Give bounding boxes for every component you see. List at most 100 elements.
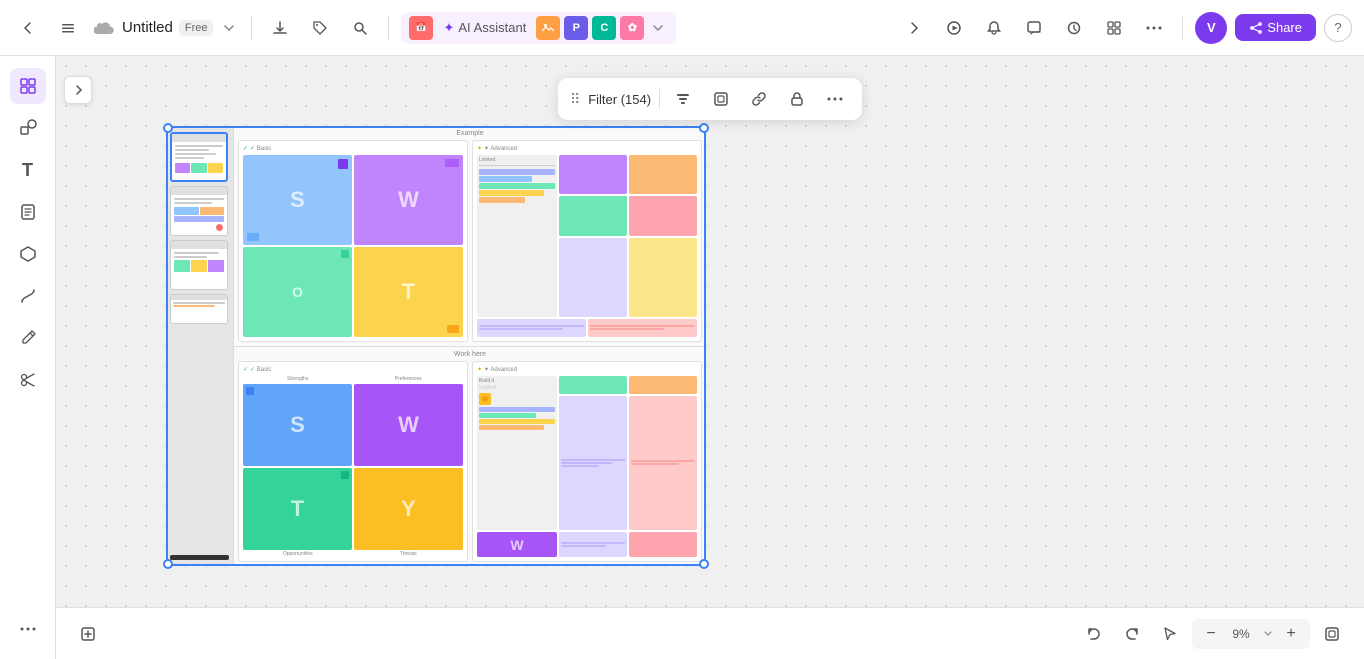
work-swot-s: S [243, 384, 352, 466]
integrations-chevron[interactable] [648, 18, 668, 38]
sidebar-item-more[interactable] [10, 611, 46, 647]
sidebar-item-objects[interactable] [10, 236, 46, 272]
sidebar-item-text[interactable]: T [10, 152, 46, 188]
share-button[interactable]: Share [1235, 14, 1316, 41]
tag-button[interactable] [304, 12, 336, 44]
filter-grid-icon: ⠿ [570, 91, 580, 108]
work-right-main [629, 396, 697, 531]
sidebar-item-shapes[interactable] [10, 110, 46, 146]
sidebar-item-pencil[interactable] [10, 320, 46, 356]
toolbar-right: V Share ? [898, 12, 1352, 44]
bottom-left [72, 618, 104, 650]
basic-label-work: ✓ ✓ Basic [243, 366, 463, 373]
filter-label: Filter (154) [588, 92, 651, 107]
example-section: Example ✓ ✓ Basic S [234, 126, 706, 347]
menu-button[interactable] [52, 12, 84, 44]
fit-button[interactable] [1316, 618, 1348, 650]
work-swot-labels2: Opportunities Threats [243, 551, 463, 557]
more-button[interactable] [1138, 12, 1170, 44]
sidebar-item-notes[interactable] [10, 194, 46, 230]
expand-left-button[interactable] [64, 76, 92, 104]
work-swot-w: W [354, 384, 463, 466]
pink-icon: ✿ [620, 16, 644, 40]
zoom-dropdown-button[interactable] [1260, 626, 1276, 642]
work-bottom-mid [559, 532, 627, 557]
swot-w: W [354, 155, 463, 245]
help-button[interactable]: ? [1324, 14, 1352, 42]
grid-button[interactable] [1098, 12, 1130, 44]
work-title: Work here [238, 351, 702, 358]
advanced-grid-example: Limited [477, 155, 697, 317]
right-col [629, 155, 697, 317]
example-title: Example [238, 130, 702, 137]
page-title: Untitled [122, 19, 173, 36]
add-frame-button[interactable] [72, 618, 104, 650]
bottom-right-card [588, 319, 697, 337]
sidebar-item-frames[interactable] [10, 68, 46, 104]
expand-right-button[interactable] [898, 12, 930, 44]
work-mid-main [559, 396, 627, 531]
page-thumb-active[interactable] [170, 132, 228, 182]
board-wrapper[interactable]: Example ✓ ✓ Basic S [166, 126, 706, 566]
filter-more-button[interactable] [820, 84, 850, 114]
bottom-rows [477, 319, 697, 337]
basic-label-example: ✓ ✓ Basic [243, 145, 463, 152]
zoom-group: − 9% + [1192, 619, 1310, 649]
cloud-icon [92, 16, 116, 40]
work-swot-t: T [243, 468, 352, 550]
advanced-panel-work: ✦ ✦ Advanced Build it Untitled [472, 361, 702, 563]
left-sidebar: T [0, 56, 56, 659]
page-thumb-3[interactable] [170, 240, 228, 290]
dropdown-button[interactable] [219, 18, 239, 38]
zoom-in-button[interactable]: + [1280, 623, 1302, 645]
mid-col [559, 155, 627, 317]
work-swot-grid: S W T Y [243, 384, 463, 551]
content-panel: Example ✓ ✓ Basic S [234, 126, 706, 566]
sidebar-item-scissors[interactable] [10, 362, 46, 398]
filter-frame-button[interactable] [706, 84, 736, 114]
work-bottom: W [477, 532, 697, 557]
history-button[interactable] [1058, 12, 1090, 44]
canvas-area[interactable]: ⠿ Filter (154) [56, 56, 1364, 659]
work-w-card: W [477, 532, 557, 557]
filter-lock-button[interactable] [782, 84, 812, 114]
page-panel [166, 126, 234, 566]
advanced-panel-example: ✦ ✦ Advanced Limited [472, 140, 702, 342]
chat-button[interactable] [1018, 12, 1050, 44]
pointer-button[interactable] [1154, 618, 1186, 650]
img-icon [536, 16, 560, 40]
advanced-label-example: ✦ ✦ Advanced [477, 145, 697, 152]
work-swot-labels: Strengths Preferences [243, 376, 463, 382]
filter-divider [659, 89, 660, 109]
notification-button[interactable] [978, 12, 1010, 44]
play-button[interactable] [938, 12, 970, 44]
download-button[interactable] [264, 12, 296, 44]
panel-footer-bar [170, 555, 229, 560]
swot-t: T [354, 247, 463, 337]
sidebar-item-connectors[interactable] [10, 278, 46, 314]
help-label: ? [1334, 20, 1341, 35]
ai-assistant-label: AI Assistant [458, 20, 526, 35]
example-grid: ✓ ✓ Basic S W [238, 140, 702, 342]
plan-badge: Free [179, 20, 214, 36]
page-thumb-2[interactable] [170, 186, 228, 236]
work-diagram-col: Build it Untitled [477, 376, 557, 531]
top-toolbar: Untitled Free [0, 0, 1364, 56]
zoom-value: 9% [1226, 627, 1256, 641]
page-thumb-4[interactable] [170, 294, 228, 324]
diagram-col: Limited [477, 155, 557, 317]
advanced-label-work: ✦ ✦ Advanced [477, 366, 697, 373]
zoom-out-button[interactable]: − [1200, 623, 1222, 645]
back-button[interactable] [12, 12, 44, 44]
panel-spacer [170, 328, 229, 551]
undo-button[interactable] [1078, 618, 1110, 650]
bottom-toolbar: − 9% + [56, 607, 1364, 659]
title-group: Untitled Free [92, 16, 239, 40]
basic-panel-example: ✓ ✓ Basic S W [238, 140, 468, 342]
ai-assistant-button[interactable]: ✦ AI Assistant [437, 16, 532, 40]
search-button[interactable] [344, 12, 376, 44]
redo-button[interactable] [1116, 618, 1148, 650]
share-label: Share [1267, 20, 1302, 35]
filter-link-button[interactable] [744, 84, 774, 114]
filter-align-button[interactable] [668, 84, 698, 114]
